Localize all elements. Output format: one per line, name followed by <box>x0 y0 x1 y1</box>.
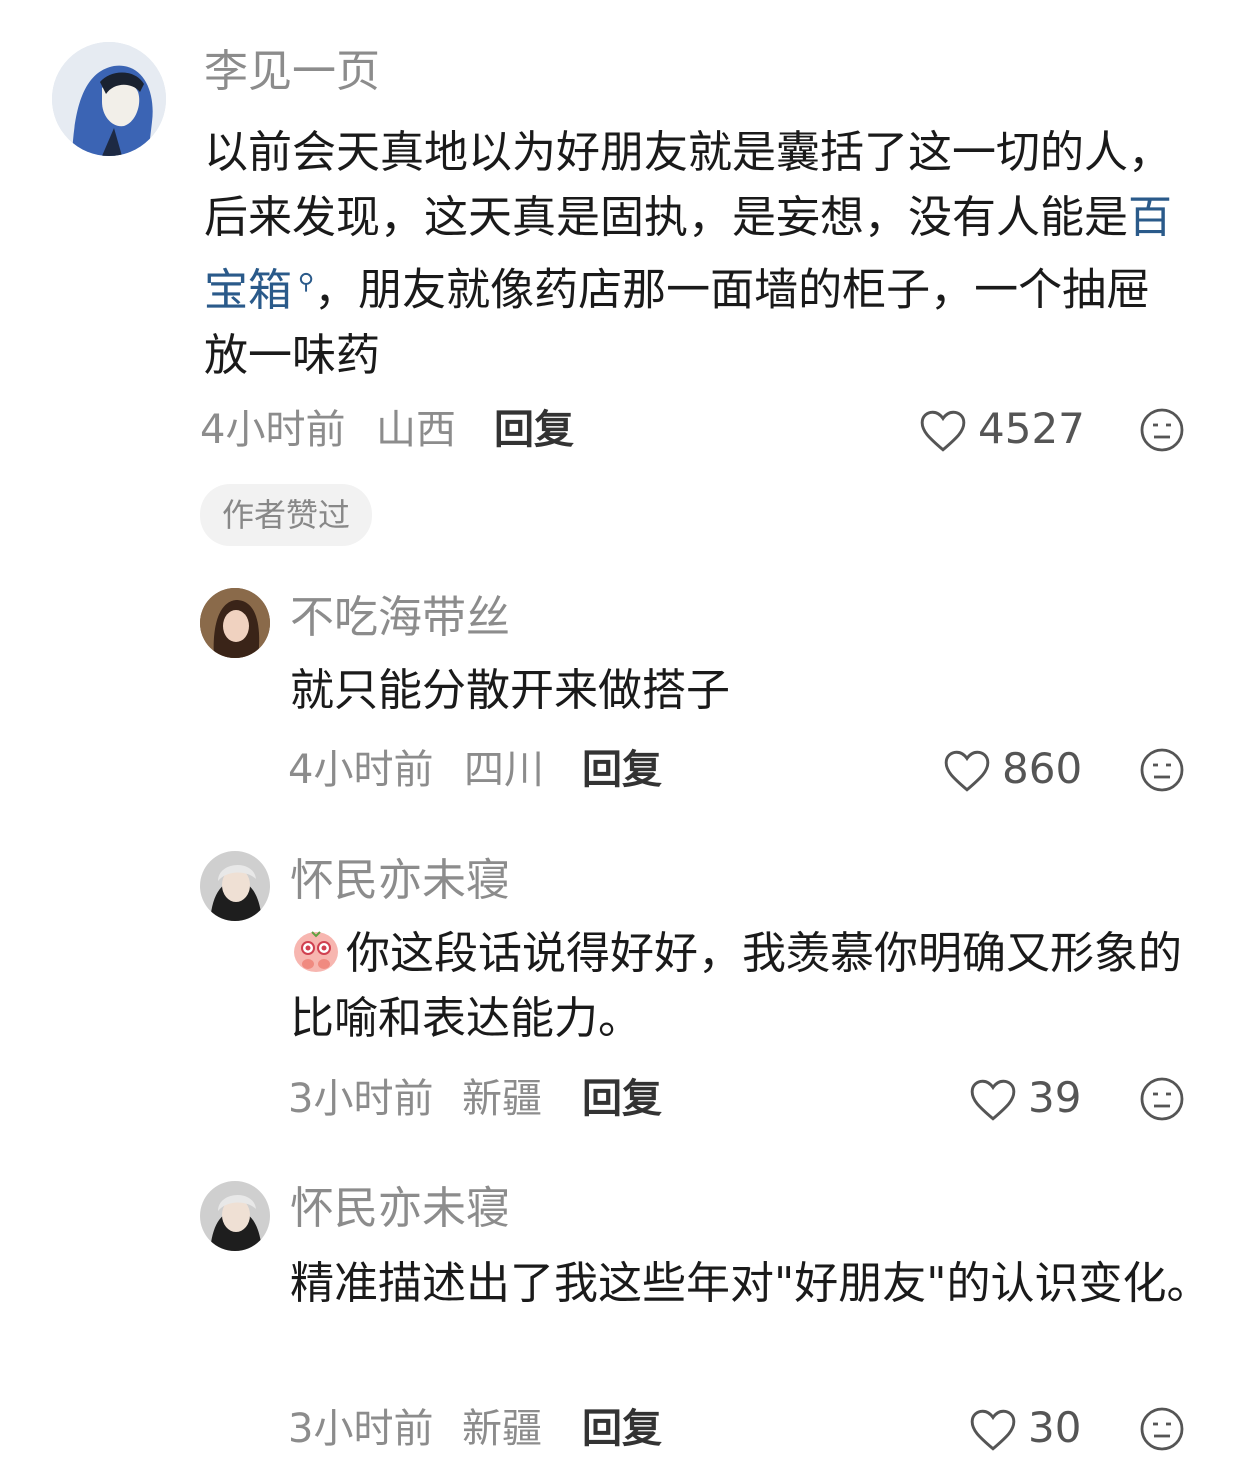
avatar[interactable] <box>200 851 270 921</box>
reply-comment: 不吃海带丝 就只能分散开来做搭子 4小时前 四川 回复 860 <box>0 580 1260 820</box>
avatar[interactable] <box>200 588 270 658</box>
username[interactable]: 李见一页 <box>204 50 380 94</box>
dislike-face-icon[interactable] <box>1138 406 1186 454</box>
heart-icon <box>920 410 966 452</box>
like-count: 4527 <box>978 404 1085 453</box>
comment-text-content: 你这段话说得好好，我羡慕你明确又形象的比喻和表达能力。 <box>290 928 1182 1044</box>
comment-text-post: ，朋友就像药店那一面墙的柜子，一个抽屉放一味药 <box>204 264 1151 381</box>
avatar-image <box>200 851 270 921</box>
reply-comment: 怀民亦未寝 精准描述出了我这些年对"好朋友"的认识变化。 3小时前 新疆 回复 … <box>0 1175 1260 1475</box>
reply-button[interactable]: 回复 <box>494 410 574 450</box>
heart-icon <box>944 750 990 792</box>
username[interactable]: 不吃海带丝 <box>290 596 510 640</box>
comment-main: 李见一页 以前会天真地以为好朋友就是囊括了这一切的人，后来发现，这天真是固执，是… <box>0 0 1260 560</box>
comment-location: 新疆 <box>462 1406 542 1452</box>
blushing-emoji-icon <box>294 931 338 972</box>
comment-text: 就只能分散开来做搭子 <box>290 665 730 716</box>
comment-time: 3小时前 <box>288 1076 434 1122</box>
like-button[interactable]: 30 <box>968 1405 1088 1455</box>
avatar-image <box>200 1181 270 1251</box>
reply-comment: 怀民亦未寝 你这段话说得好好，我羡慕你明确又形象的比喻和表达能力。 3小时前 新… <box>0 845 1260 1135</box>
comment-time: 4小时前 <box>288 747 434 793</box>
like-count: 860 <box>1002 744 1083 793</box>
like-button[interactable]: 4527 <box>918 406 1085 456</box>
dislike-face-icon[interactable] <box>1138 1075 1186 1123</box>
heart-icon <box>970 1409 1016 1451</box>
reply-button[interactable]: 回复 <box>582 1079 662 1119</box>
avatar-image <box>200 588 270 658</box>
username[interactable]: 怀民亦未寝 <box>290 859 510 903</box>
like-button[interactable]: 860 <box>942 746 1082 796</box>
avatar-image <box>52 42 166 156</box>
author-liked-badge: 作者赞过 <box>200 484 373 546</box>
dislike-face-icon[interactable] <box>1138 746 1186 794</box>
comment-location: 山西 <box>376 407 456 453</box>
avatar[interactable] <box>200 1181 270 1251</box>
reply-button[interactable]: 回复 <box>582 750 662 790</box>
heart-icon <box>970 1079 1016 1121</box>
comment-text: 精准描述出了我这些年对"好朋友"的认识变化。 <box>290 1258 1211 1309</box>
like-count: 30 <box>1028 1403 1082 1452</box>
comment-text: 你这段话说得好好，我羡慕你明确又形象的比喻和表达能力。 <box>290 921 1190 1051</box>
comment-location: 新疆 <box>462 1076 542 1122</box>
avatar[interactable] <box>52 42 166 156</box>
comment-text-pre: 以前会天真地以为好朋友就是囊括了这一切的人，后来发现，这天真是固执，是妄想，没有… <box>204 127 1172 243</box>
comment-location: 四川 <box>464 747 544 793</box>
comment-time: 3小时前 <box>288 1406 434 1452</box>
comment-time: 4小时前 <box>200 407 346 453</box>
search-icon: ⚲ <box>298 270 315 295</box>
like-button[interactable]: 39 <box>968 1075 1088 1125</box>
username[interactable]: 怀民亦未寝 <box>290 1187 510 1231</box>
like-count: 39 <box>1028 1073 1082 1122</box>
dislike-face-icon[interactable] <box>1138 1405 1186 1453</box>
comment-text: 以前会天真地以为好朋友就是囊括了这一切的人，后来发现，这天真是固执，是妄想，没有… <box>204 120 1194 388</box>
reply-button[interactable]: 回复 <box>582 1409 662 1449</box>
